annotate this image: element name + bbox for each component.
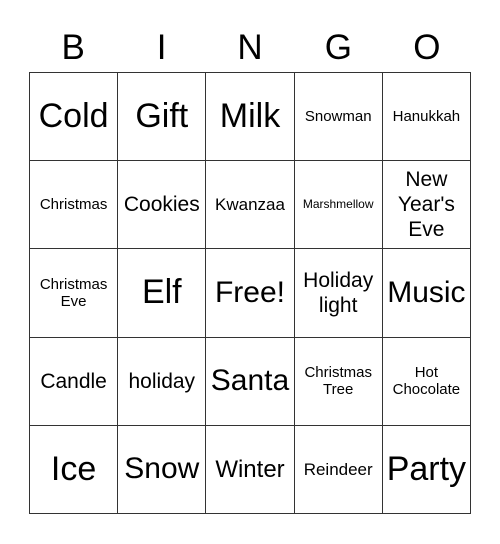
header-letter-g: G: [324, 28, 353, 67]
bingo-cell[interactable]: Milk: [206, 73, 295, 162]
bingo-cell[interactable]: Gift: [118, 73, 207, 162]
header-letter-b: B: [61, 28, 85, 67]
bingo-cell[interactable]: Ice: [30, 425, 119, 514]
bingo-cell[interactable]: Candle: [30, 337, 119, 426]
bingo-cell[interactable]: Snowman: [294, 73, 383, 162]
bingo-cell[interactable]: holiday: [118, 337, 207, 426]
bingo-header: B I N G O: [29, 24, 471, 72]
bingo-cell[interactable]: Kwanzaa: [206, 161, 295, 250]
bingo-cell[interactable]: Cold: [30, 73, 119, 162]
bingo-cell[interactable]: Marshmellow: [294, 161, 383, 250]
bingo-cell[interactable]: Winter: [206, 425, 295, 514]
bingo-cell[interactable]: Snow: [118, 425, 207, 514]
bingo-cell[interactable]: Cookies: [118, 161, 207, 250]
bingo-cell[interactable]: Holiday light: [294, 249, 383, 338]
bingo-cell[interactable]: Christmas: [30, 161, 119, 250]
bingo-cell[interactable]: Hot Chocolate: [382, 337, 471, 426]
bingo-cell[interactable]: Santa: [206, 337, 295, 426]
bingo-cell[interactable]: Music: [382, 249, 471, 338]
bingo-grid: Cold Gift Milk Snowman Hanukkah Christma…: [29, 72, 471, 514]
header-letter-n: N: [237, 28, 263, 67]
bingo-cell[interactable]: Reindeer: [294, 425, 383, 514]
header-letter-i: I: [156, 28, 167, 67]
free-space-cell[interactable]: Free!: [206, 249, 295, 338]
bingo-cell[interactable]: Christmas Tree: [294, 337, 383, 426]
bingo-cell[interactable]: Hanukkah: [382, 73, 471, 162]
bingo-cell[interactable]: Party: [382, 425, 471, 514]
bingo-cell[interactable]: Christmas Eve: [30, 249, 119, 338]
header-letter-o: O: [413, 28, 441, 67]
bingo-cell[interactable]: Elf: [118, 249, 207, 338]
bingo-cell[interactable]: New Year's Eve: [382, 161, 471, 250]
